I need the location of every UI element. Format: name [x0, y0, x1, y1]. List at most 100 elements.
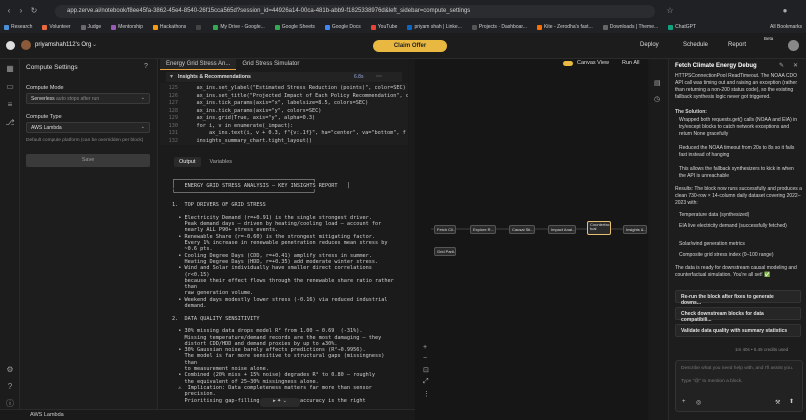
- tab-output[interactable]: Output: [174, 157, 201, 167]
- bookmark-item[interactable]: priyam shah | Linke...: [407, 24, 462, 30]
- bookmark-item[interactable]: Kite - Zerodha's fast...: [536, 24, 593, 30]
- fit-view-icon[interactable]: ⤢: [423, 378, 433, 386]
- profile-icon[interactable]: ●: [780, 5, 790, 17]
- avatar[interactable]: [21, 40, 31, 50]
- bookmark-icon: [668, 24, 674, 30]
- bookmark-item[interactable]: Downloads | Theme...: [602, 24, 658, 30]
- pipeline-node[interactable]: Impact Anal...: [548, 225, 576, 234]
- tab-grid-stress-simulator[interactable]: Grid Stress Simulator: [236, 59, 305, 70]
- deploy-button[interactable]: Deploy: [640, 42, 659, 48]
- bookmark-icon: [111, 24, 117, 30]
- claim-offer-button[interactable]: Claim Offer: [373, 40, 447, 52]
- code-line: 128 ax_ins.tick_params(axis="y", colors=…: [168, 107, 322, 114]
- logo-icon: [6, 41, 15, 50]
- address-bar[interactable]: app.zerve.ai/notebook/f8ee45fa-3862-45e4…: [55, 5, 655, 18]
- bookmark-item[interactable]: My Drive - Google...: [213, 24, 265, 30]
- org-name[interactable]: priyamshah112's Org: [35, 42, 91, 48]
- chat-bullet: Temperature data (synthesized): [679, 212, 750, 218]
- bookmark-item[interactable]: Hackathons: [152, 24, 186, 30]
- chat-input-hint: Type "@" to mention a block.: [681, 379, 743, 384]
- bookmark-item[interactable]: Research: [4, 24, 32, 30]
- bookmark-icon: [370, 24, 376, 30]
- database-icon[interactable]: ≡: [4, 99, 16, 111]
- chat-solution-heading: The Solution:: [675, 109, 707, 115]
- code-line: 129 ax_ins.grid(True, axis="y", alpha=0.…: [168, 115, 316, 121]
- cell-toolbar[interactable]: ▸ ✦ ⌄: [260, 398, 300, 407]
- bookmark-icon: [407, 24, 413, 30]
- chevron-down-icon[interactable]: ⌄: [92, 41, 97, 48]
- help-icon[interactable]: ?: [144, 63, 148, 70]
- compute-status: AWS Lambda: [30, 412, 64, 418]
- settings-icon[interactable]: ⚙: [4, 364, 16, 376]
- target-icon[interactable]: ◎: [696, 399, 701, 406]
- chat-bullet: This allows the fallback synthesizers to…: [679, 166, 794, 179]
- folder-icon[interactable]: ▭: [4, 81, 16, 93]
- add-icon[interactable]: +: [682, 399, 686, 405]
- bookmarks-bar: Research Volunteer Judge Mentorship Hackatho…: [0, 21, 806, 33]
- pipeline-node[interactable]: Explore R...: [470, 225, 496, 234]
- history-icon[interactable]: ◷: [654, 95, 660, 103]
- editor-tabs: Energy Grid Stress An... Grid Stress Sim…: [160, 59, 408, 70]
- bookmark-item[interactable]: Google Docs: [324, 24, 361, 30]
- chat-ready: The data is ready for downstream causal …: [675, 265, 797, 278]
- grid-icon[interactable]: ▦: [4, 63, 16, 75]
- output-line: because their effect flows through the r…: [172, 277, 394, 284]
- lock-icon[interactable]: ⊡: [423, 366, 433, 374]
- user-avatar[interactable]: [788, 40, 799, 51]
- code-cell[interactable]: 125 ax_ins.set_ylabel("Estimated Stress …: [160, 83, 408, 145]
- reload-icon[interactable]: ↻: [29, 5, 39, 17]
- star-icon[interactable]: ☆: [665, 5, 675, 17]
- report-button[interactable]: Report: [728, 42, 746, 48]
- bookmark-item[interactable]: Google Sheets: [274, 24, 315, 30]
- bookmark-item[interactable]: ChatGPT: [668, 24, 696, 30]
- bookmark-item[interactable]: Volunteer: [42, 24, 71, 30]
- chat-icon[interactable]: ▤: [654, 79, 661, 87]
- output-line: demand.: [172, 303, 207, 309]
- chat-bullet: Wrapped both requests.get() calls (NOAA …: [679, 117, 798, 137]
- tab-energy-grid-stress[interactable]: Energy Grid Stress An...: [160, 59, 237, 70]
- bookmark-item[interactable]: YouTube: [370, 24, 397, 30]
- block-header[interactable]: ▾ Insights & Recommendations 6.8s ⋯: [166, 72, 402, 82]
- bookmark-item[interactable]: [196, 24, 203, 30]
- schedule-button[interactable]: Schedule: [683, 42, 708, 48]
- compute-mode-label: Compute Mode: [26, 85, 64, 91]
- bookmark-icon: [213, 24, 219, 30]
- bookmark-item[interactable]: Mentorship: [111, 24, 143, 30]
- code-icon[interactable]: ⎇: [4, 117, 16, 129]
- close-icon[interactable]: ✕: [793, 62, 798, 69]
- chat-input-box[interactable]: Describe what you need help with, and I'…: [675, 360, 803, 412]
- pipeline-node[interactable]: Insights &...: [623, 225, 647, 234]
- pipeline-node[interactable]: Grid Parti...: [434, 247, 456, 256]
- compute-type-description: Default compute platform (can be overrid…: [26, 138, 144, 143]
- output-tabs: Output Variables: [174, 157, 237, 167]
- zoom-in-icon[interactable]: +: [423, 344, 433, 351]
- forward-icon[interactable]: ›: [16, 5, 26, 17]
- tab-variables[interactable]: Variables: [205, 157, 238, 167]
- bookmark-icon: [602, 24, 608, 30]
- block-menu-icon[interactable]: ⋯: [376, 73, 382, 80]
- beta-badge: Beta: [764, 36, 774, 41]
- suggestion-button[interactable]: Validate data quality with summary stati…: [675, 324, 801, 337]
- tools-icon[interactable]: ⚒: [775, 399, 780, 406]
- chat-intro: HTTPSConnectionPool ReadTimeout. The NOA…: [675, 73, 798, 100]
- send-icon[interactable]: ⬆: [789, 398, 794, 405]
- zoom-out-icon[interactable]: −: [423, 355, 433, 362]
- new-chat-icon[interactable]: ✎: [779, 62, 784, 69]
- compute-type-select[interactable]: AWS Lambda ⌄: [26, 122, 150, 133]
- save-button[interactable]: Save: [26, 154, 150, 167]
- back-icon[interactable]: ‹: [4, 5, 14, 17]
- help-icon[interactable]: ?: [4, 381, 16, 393]
- pipeline-node[interactable]: Fetch Cli...: [434, 225, 456, 234]
- layout-icon[interactable]: ⋮: [423, 390, 433, 398]
- output-line: └───────────────────────────────────────…: [172, 189, 316, 196]
- bookmark-item[interactable]: Judge: [80, 24, 101, 30]
- pipeline-node[interactable]: Causal Sti...: [509, 225, 535, 234]
- suggestion-button[interactable]: Re-run the block after fixes to generate…: [675, 290, 801, 306]
- pipeline-canvas[interactable]: Canvas View Run All Fetch Cli... Explore…: [415, 59, 648, 420]
- pipeline-node-active[interactable]: Counterfac tual: [587, 221, 611, 235]
- bookmark-icon: [324, 24, 330, 30]
- all-bookmarks[interactable]: All Bookmarks: [770, 24, 806, 30]
- compute-mode-select[interactable]: Serverless auto stops after run ⌄: [26, 93, 150, 104]
- suggestion-button[interactable]: Check downstream blocks for data compati…: [675, 307, 801, 323]
- bookmark-item[interactable]: Projects · Dashboar...: [471, 24, 527, 30]
